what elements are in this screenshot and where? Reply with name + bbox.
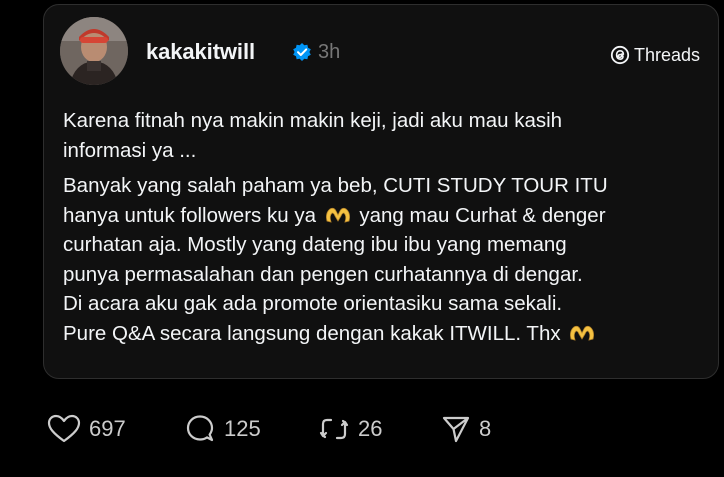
avatar[interactable] [60,17,128,85]
timestamp: 3h [318,41,341,63]
screenshot: kakakitwill 3h Threads Karena fitnah nya… [0,0,724,477]
reply-button[interactable]: 125 [184,414,261,444]
like-button[interactable]: 697 [47,414,126,444]
verified-badge-icon [293,43,311,61]
heart-hands-emoji-icon [570,325,595,341]
share-count: 8 [479,416,492,441]
reply-count: 125 [224,416,261,441]
post-body: Karena fitnah nya makin makin keji, jadi… [63,106,703,348]
threads-logo-icon [610,45,630,65]
heart-icon [47,414,81,443]
share-button[interactable]: 8 [441,414,491,444]
threads-brand-label: Threads [633,44,700,65]
threads-brand[interactable]: Threads [610,43,700,67]
threads-post-card[interactable]: kakakitwill 3h Threads Karena fitnah nya… [43,4,719,379]
like-count: 697 [89,416,126,441]
repost-button[interactable]: 26 [318,414,382,444]
avatar-image [60,17,128,85]
heart-hands-emoji-icon [325,207,350,223]
reply-icon [186,415,214,442]
send-icon [442,416,470,443]
username[interactable]: kakakitwill [146,39,255,65]
repost-icon [319,418,349,440]
post-text-1: Karena fitnah nya makin makin keji, jadi… [63,109,563,162]
post-paragraph: Banyak yang salah paham ya beb, CUTI STU… [63,171,703,348]
post-paragraph: Karena fitnah nya makin makin keji, jadi… [63,106,703,165]
repost-count: 26 [358,416,383,441]
